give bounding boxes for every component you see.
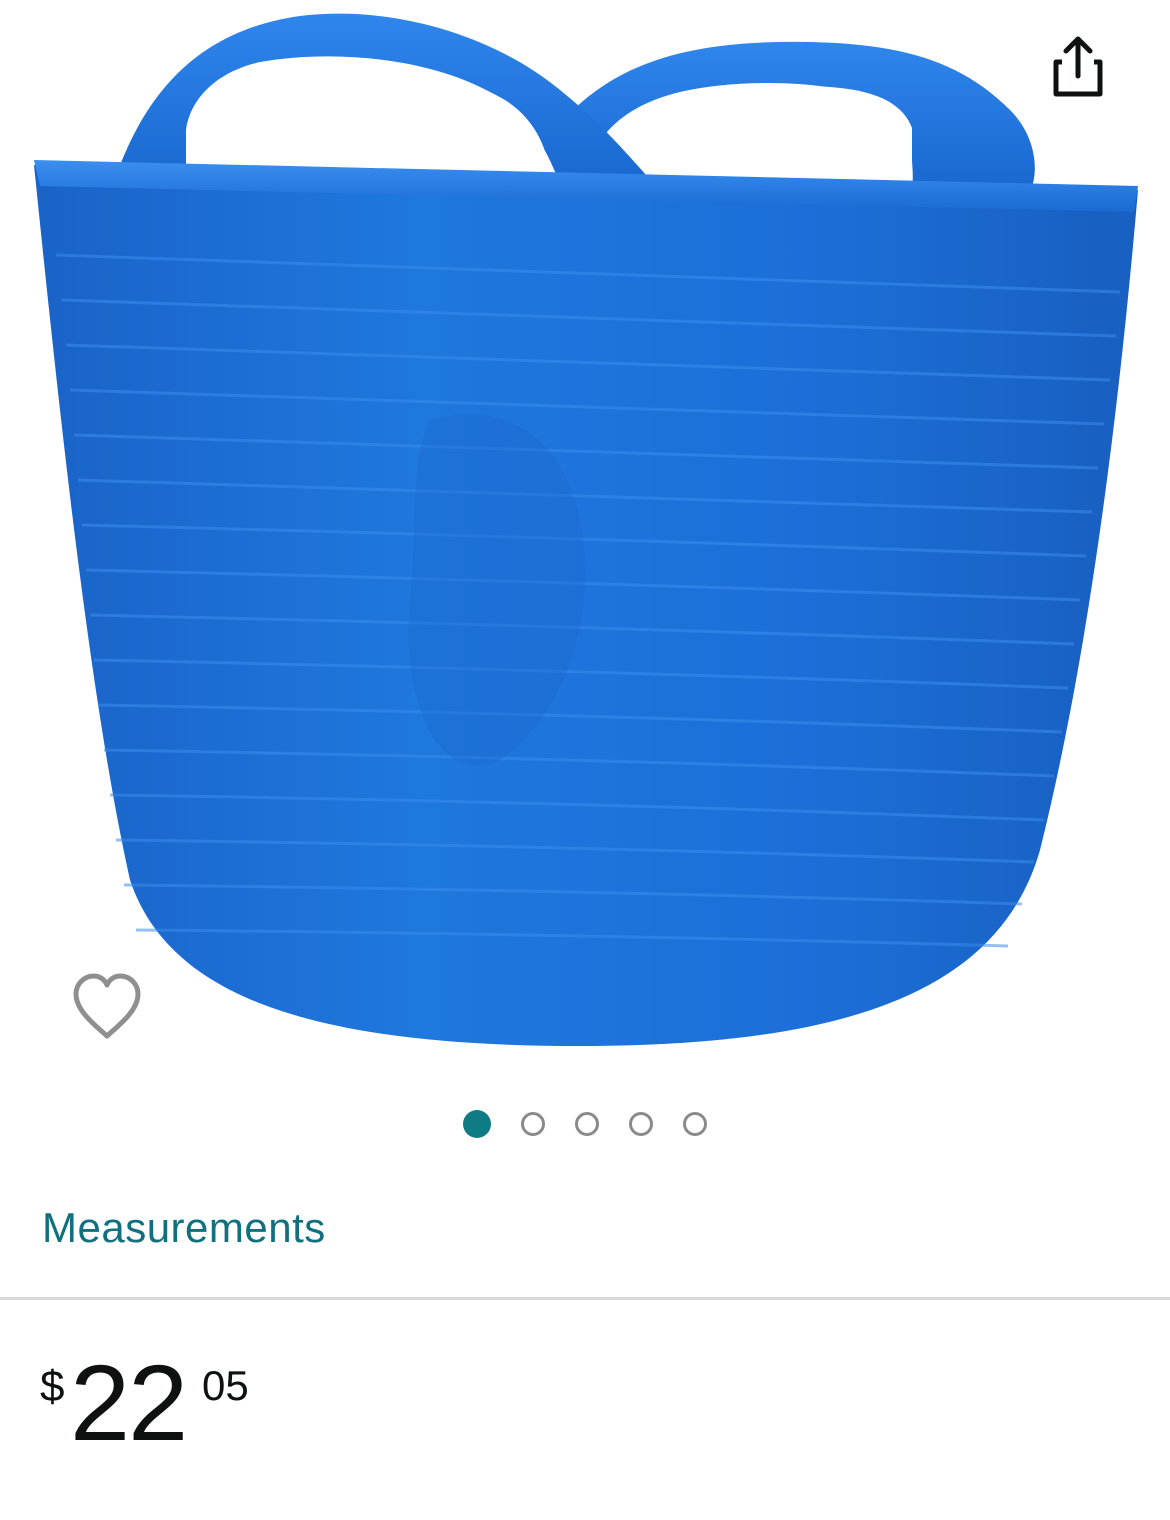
pagination-dot-2[interactable]: [521, 1112, 545, 1136]
heart-icon: [73, 973, 141, 1039]
product-image[interactable]: [0, 0, 1170, 1080]
price-currency-symbol: $: [40, 1362, 65, 1411]
pagination-dot-4[interactable]: [629, 1112, 653, 1136]
pagination-dot-5[interactable]: [683, 1112, 707, 1136]
share-icon: [1053, 36, 1103, 97]
wishlist-button[interactable]: [66, 966, 148, 1048]
product-image-gallery[interactable]: [0, 0, 1170, 1170]
price-whole: 22: [70, 1342, 188, 1463]
product-detail-page: Measurements $ 22 05: [0, 0, 1170, 1520]
pagination-dot-1[interactable]: [463, 1110, 491, 1138]
pagination-dot-3[interactable]: [575, 1112, 599, 1136]
image-pagination-dots: [0, 1108, 1170, 1142]
share-button[interactable]: [1040, 30, 1116, 106]
measurements-link[interactable]: Measurements: [42, 1204, 326, 1252]
price-fraction: 05: [202, 1362, 249, 1409]
section-divider: [0, 1297, 1170, 1300]
